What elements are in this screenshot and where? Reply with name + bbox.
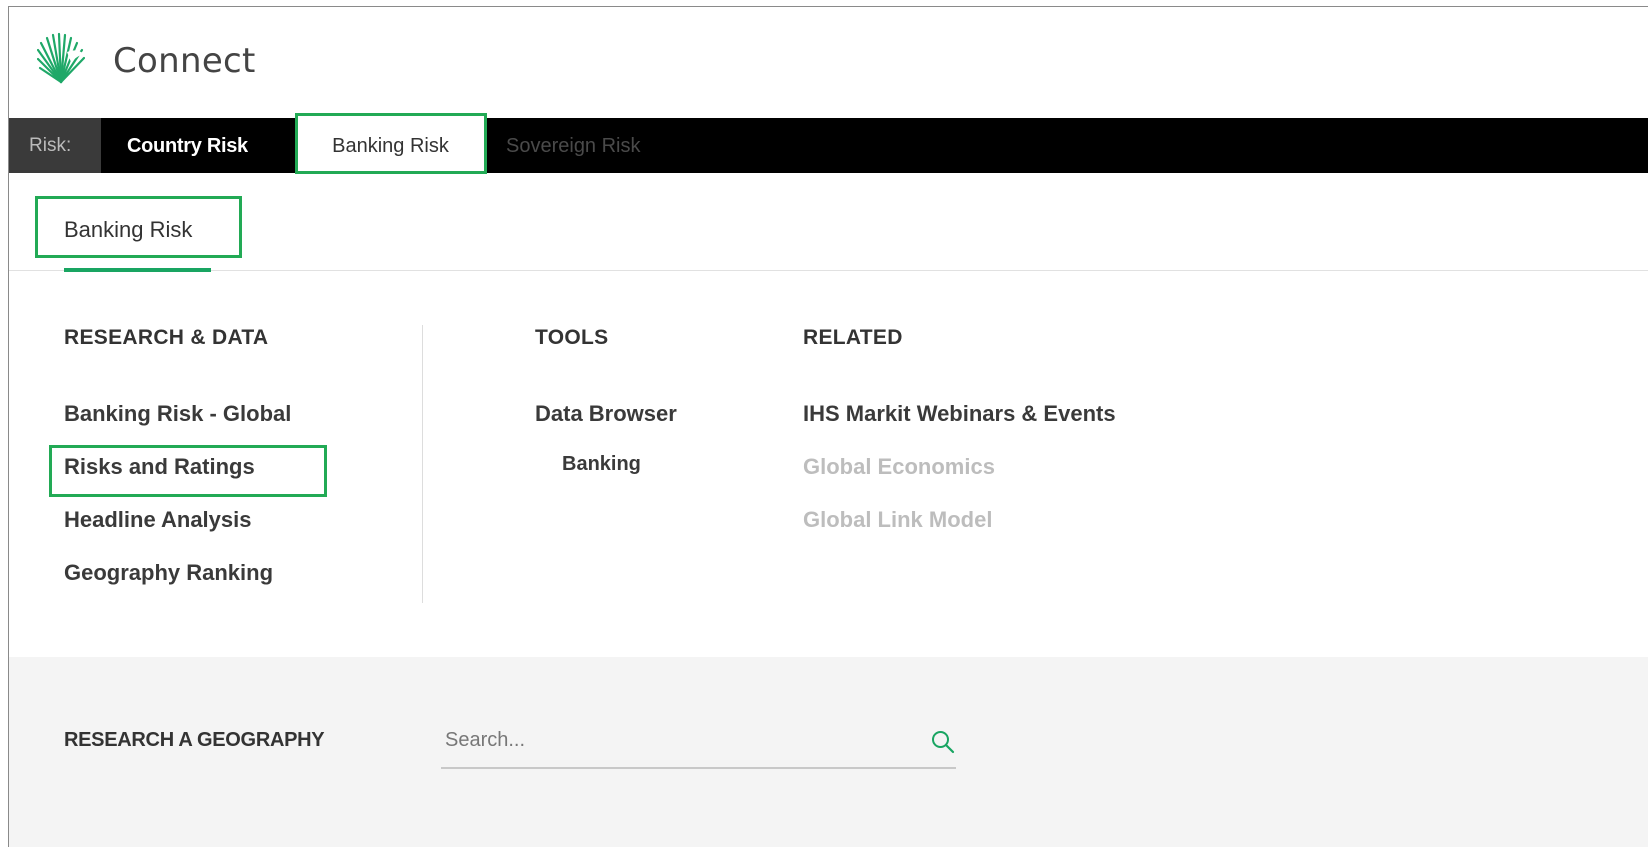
link-headline-analysis[interactable]: Headline Analysis [64, 507, 251, 533]
link-global-economics: Global Economics [803, 454, 995, 479]
link-geography-ranking[interactable]: Geography Ranking [64, 560, 273, 586]
connect-logo-icon[interactable] [37, 32, 85, 84]
link-banking[interactable]: Banking [562, 453, 641, 476]
nav-prefix-label: Risk: [9, 118, 101, 173]
geography-search-input[interactable] [441, 717, 919, 763]
nav-tab-country-risk[interactable]: Country Risk [127, 118, 248, 173]
app-frame: Connect Risk: Country Risk Banking Risk … [8, 6, 1648, 847]
research-geography-section: RESEARCH A GEOGRAPHY [9, 657, 1648, 847]
research-geography-label: RESEARCH A GEOGRAPHY [64, 729, 325, 751]
link-risks-and-ratings[interactable]: Risks and Ratings [64, 454, 255, 480]
geography-search-box [441, 717, 956, 769]
link-ihs-markit-webinars-events[interactable]: IHS Markit Webinars & Events [803, 401, 1116, 427]
related-heading: RELATED [803, 326, 903, 349]
app-title: Connect [113, 41, 256, 81]
link-data-browser[interactable]: Data Browser [535, 401, 677, 427]
nav-tab-banking-risk[interactable]: Banking Risk [297, 118, 484, 173]
active-tab-underline [64, 268, 211, 272]
column-divider [422, 325, 423, 603]
research-heading: RESEARCH & DATA [64, 326, 269, 349]
subnav-row: Banking Risk [9, 173, 1648, 272]
link-global-link-model: Global Link Model [803, 507, 993, 532]
nav-tab-sovereign-risk[interactable]: Sovereign Risk [506, 118, 641, 173]
search-icon[interactable] [930, 729, 956, 755]
risk-nav-bar: Risk: Country Risk Banking Risk Sovereig… [9, 118, 1648, 173]
app-header: Connect [9, 7, 1648, 118]
subnav-tab-banking-risk[interactable]: Banking Risk [64, 217, 192, 243]
link-banking-risk-global[interactable]: Banking Risk - Global [64, 401, 291, 427]
tools-heading: TOOLS [535, 326, 609, 349]
